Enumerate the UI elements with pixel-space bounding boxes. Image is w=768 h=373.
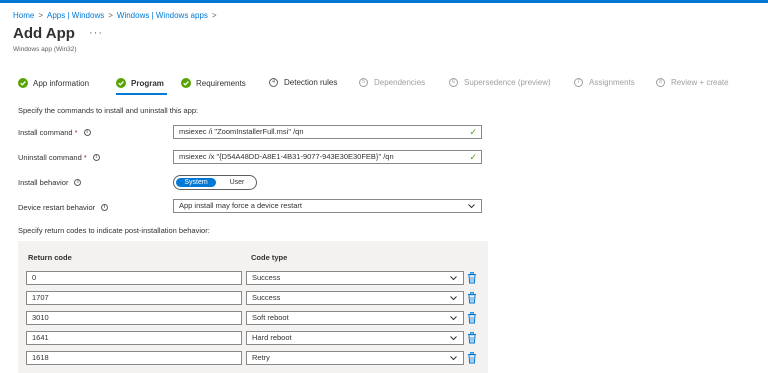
install-behavior-toggle[interactable]: System User [173,175,257,190]
required-marker: * [74,128,78,137]
step-assignments[interactable]: 7 Assignments [574,78,635,87]
trash-icon[interactable] [467,312,477,324]
chevron-down-icon [467,200,476,212]
step-supersedence[interactable]: 6 Supersedence (preview) [449,78,551,87]
code-type-value: Success [252,293,281,302]
step-app-information[interactable]: App information [18,78,89,88]
return-code-input[interactable]: 3010 [26,311,242,325]
column-header-return-code: Return code [28,253,72,262]
restart-behavior-value: App install may force a device restart [179,201,302,210]
restart-behavior-label: Device restart behavior i [18,203,109,212]
info-icon[interactable]: i [74,179,82,186]
step-number-icon: 6 [449,78,458,87]
install-behavior-label: Install behavior i [18,178,82,187]
step-label: Detection rules [284,78,338,87]
return-code-input[interactable]: 0 [26,271,242,285]
info-icon[interactable]: i [92,154,100,161]
step-label: Supersedence (preview) [464,78,551,87]
current-step-indicator [116,93,167,95]
step-review-create[interactable]: 8 Review + create [656,78,729,87]
uninstall-command-text: Uninstall command [18,153,82,162]
column-header-code-type: Code type [251,253,288,262]
code-type-select[interactable]: Soft reboot [246,311,464,325]
step-label: Review + create [671,78,729,87]
code-type-select[interactable]: Success [246,271,464,285]
commands-instruction: Specify the commands to install and unin… [18,106,199,115]
restart-behavior-select[interactable]: App install may force a device restart [173,199,482,213]
code-type-value: Soft reboot [252,313,289,322]
install-command-label: Install command * i [18,128,91,137]
chevron-down-icon [449,292,458,308]
step-number-icon: 7 [574,78,583,87]
breadcrumb-apps-windows[interactable]: Apps | Windows [47,11,104,20]
checkmark-circle-icon [181,78,191,88]
page-subtitle: Windows app (Win32) [13,46,77,53]
install-command-input[interactable]: msiexec /i "ZoomInstallerFull.msi" /qn ✓ [173,125,482,139]
trash-icon[interactable] [467,292,477,304]
code-type-value: Retry [252,353,270,362]
step-label: Assignments [589,78,635,87]
chevron-down-icon [449,312,458,328]
install-command-value: msiexec /i "ZoomInstallerFull.msi" /qn [179,127,304,136]
step-detection-rules[interactable]: 4 Detection rules [269,78,337,87]
breadcrumb-separator: > [38,11,44,20]
step-label: Program [131,78,164,88]
step-number-icon: 4 [269,78,278,87]
install-behavior-text: Install behavior [18,178,69,187]
chevron-down-icon [449,332,458,348]
code-type-value: Success [252,273,281,282]
trash-icon[interactable] [467,332,477,344]
step-number-icon: 5 [359,78,368,87]
option-system[interactable]: System [176,178,216,187]
step-dependencies[interactable]: 5 Dependencies [359,78,425,87]
step-requirements[interactable]: Requirements [181,78,246,88]
uninstall-command-input[interactable]: msiexec /x "{D54A48DD-A8E1-4B31-9077-943… [173,150,482,164]
code-type-value: Hard reboot [252,333,292,342]
code-type-select[interactable]: Success [246,291,464,305]
breadcrumb: Home > Apps | Windows > Windows | Window… [13,11,221,20]
uninstall-command-label: Uninstall command * i [18,153,100,162]
more-options-button[interactable]: ··· [89,27,103,39]
breadcrumb-separator: > [108,11,113,20]
return-code-input[interactable]: 1618 [26,351,242,365]
checkmark-circle-icon [18,78,28,88]
checkmark-circle-icon [116,78,126,88]
restart-behavior-text: Device restart behavior [18,203,96,212]
step-number-icon: 8 [656,78,665,87]
return-code-input[interactable]: 1707 [26,291,242,305]
install-command-text: Install command [18,128,73,137]
return-codes-instruction: Specify return codes to indicate post-in… [18,226,210,235]
breadcrumb-windows-apps[interactable]: Windows | Windows apps [117,11,208,20]
checkmark-icon: ✓ [469,127,477,137]
chevron-down-icon [449,272,458,288]
checkmark-icon: ✓ [469,152,477,162]
breadcrumb-separator: > [211,11,217,20]
info-icon[interactable]: i [83,129,91,136]
option-user[interactable]: User [220,178,254,187]
step-label: Requirements [196,78,246,88]
step-program[interactable]: Program [116,78,164,88]
step-label: App information [33,78,90,88]
code-type-select[interactable]: Retry [246,351,464,365]
info-icon[interactable]: i [101,204,109,211]
portal-top-bar [0,0,768,3]
breadcrumb-home[interactable]: Home [13,11,34,20]
trash-icon[interactable] [467,352,477,364]
chevron-down-icon [449,352,458,368]
code-type-select[interactable]: Hard reboot [246,331,464,345]
required-marker: * [83,153,87,162]
uninstall-command-value: msiexec /x "{D54A48DD-A8E1-4B31-9077-943… [179,152,394,161]
step-label: Dependencies [374,78,426,87]
page-title: Add App [13,25,75,42]
return-code-input[interactable]: 1641 [26,331,242,345]
trash-icon[interactable] [467,272,477,284]
